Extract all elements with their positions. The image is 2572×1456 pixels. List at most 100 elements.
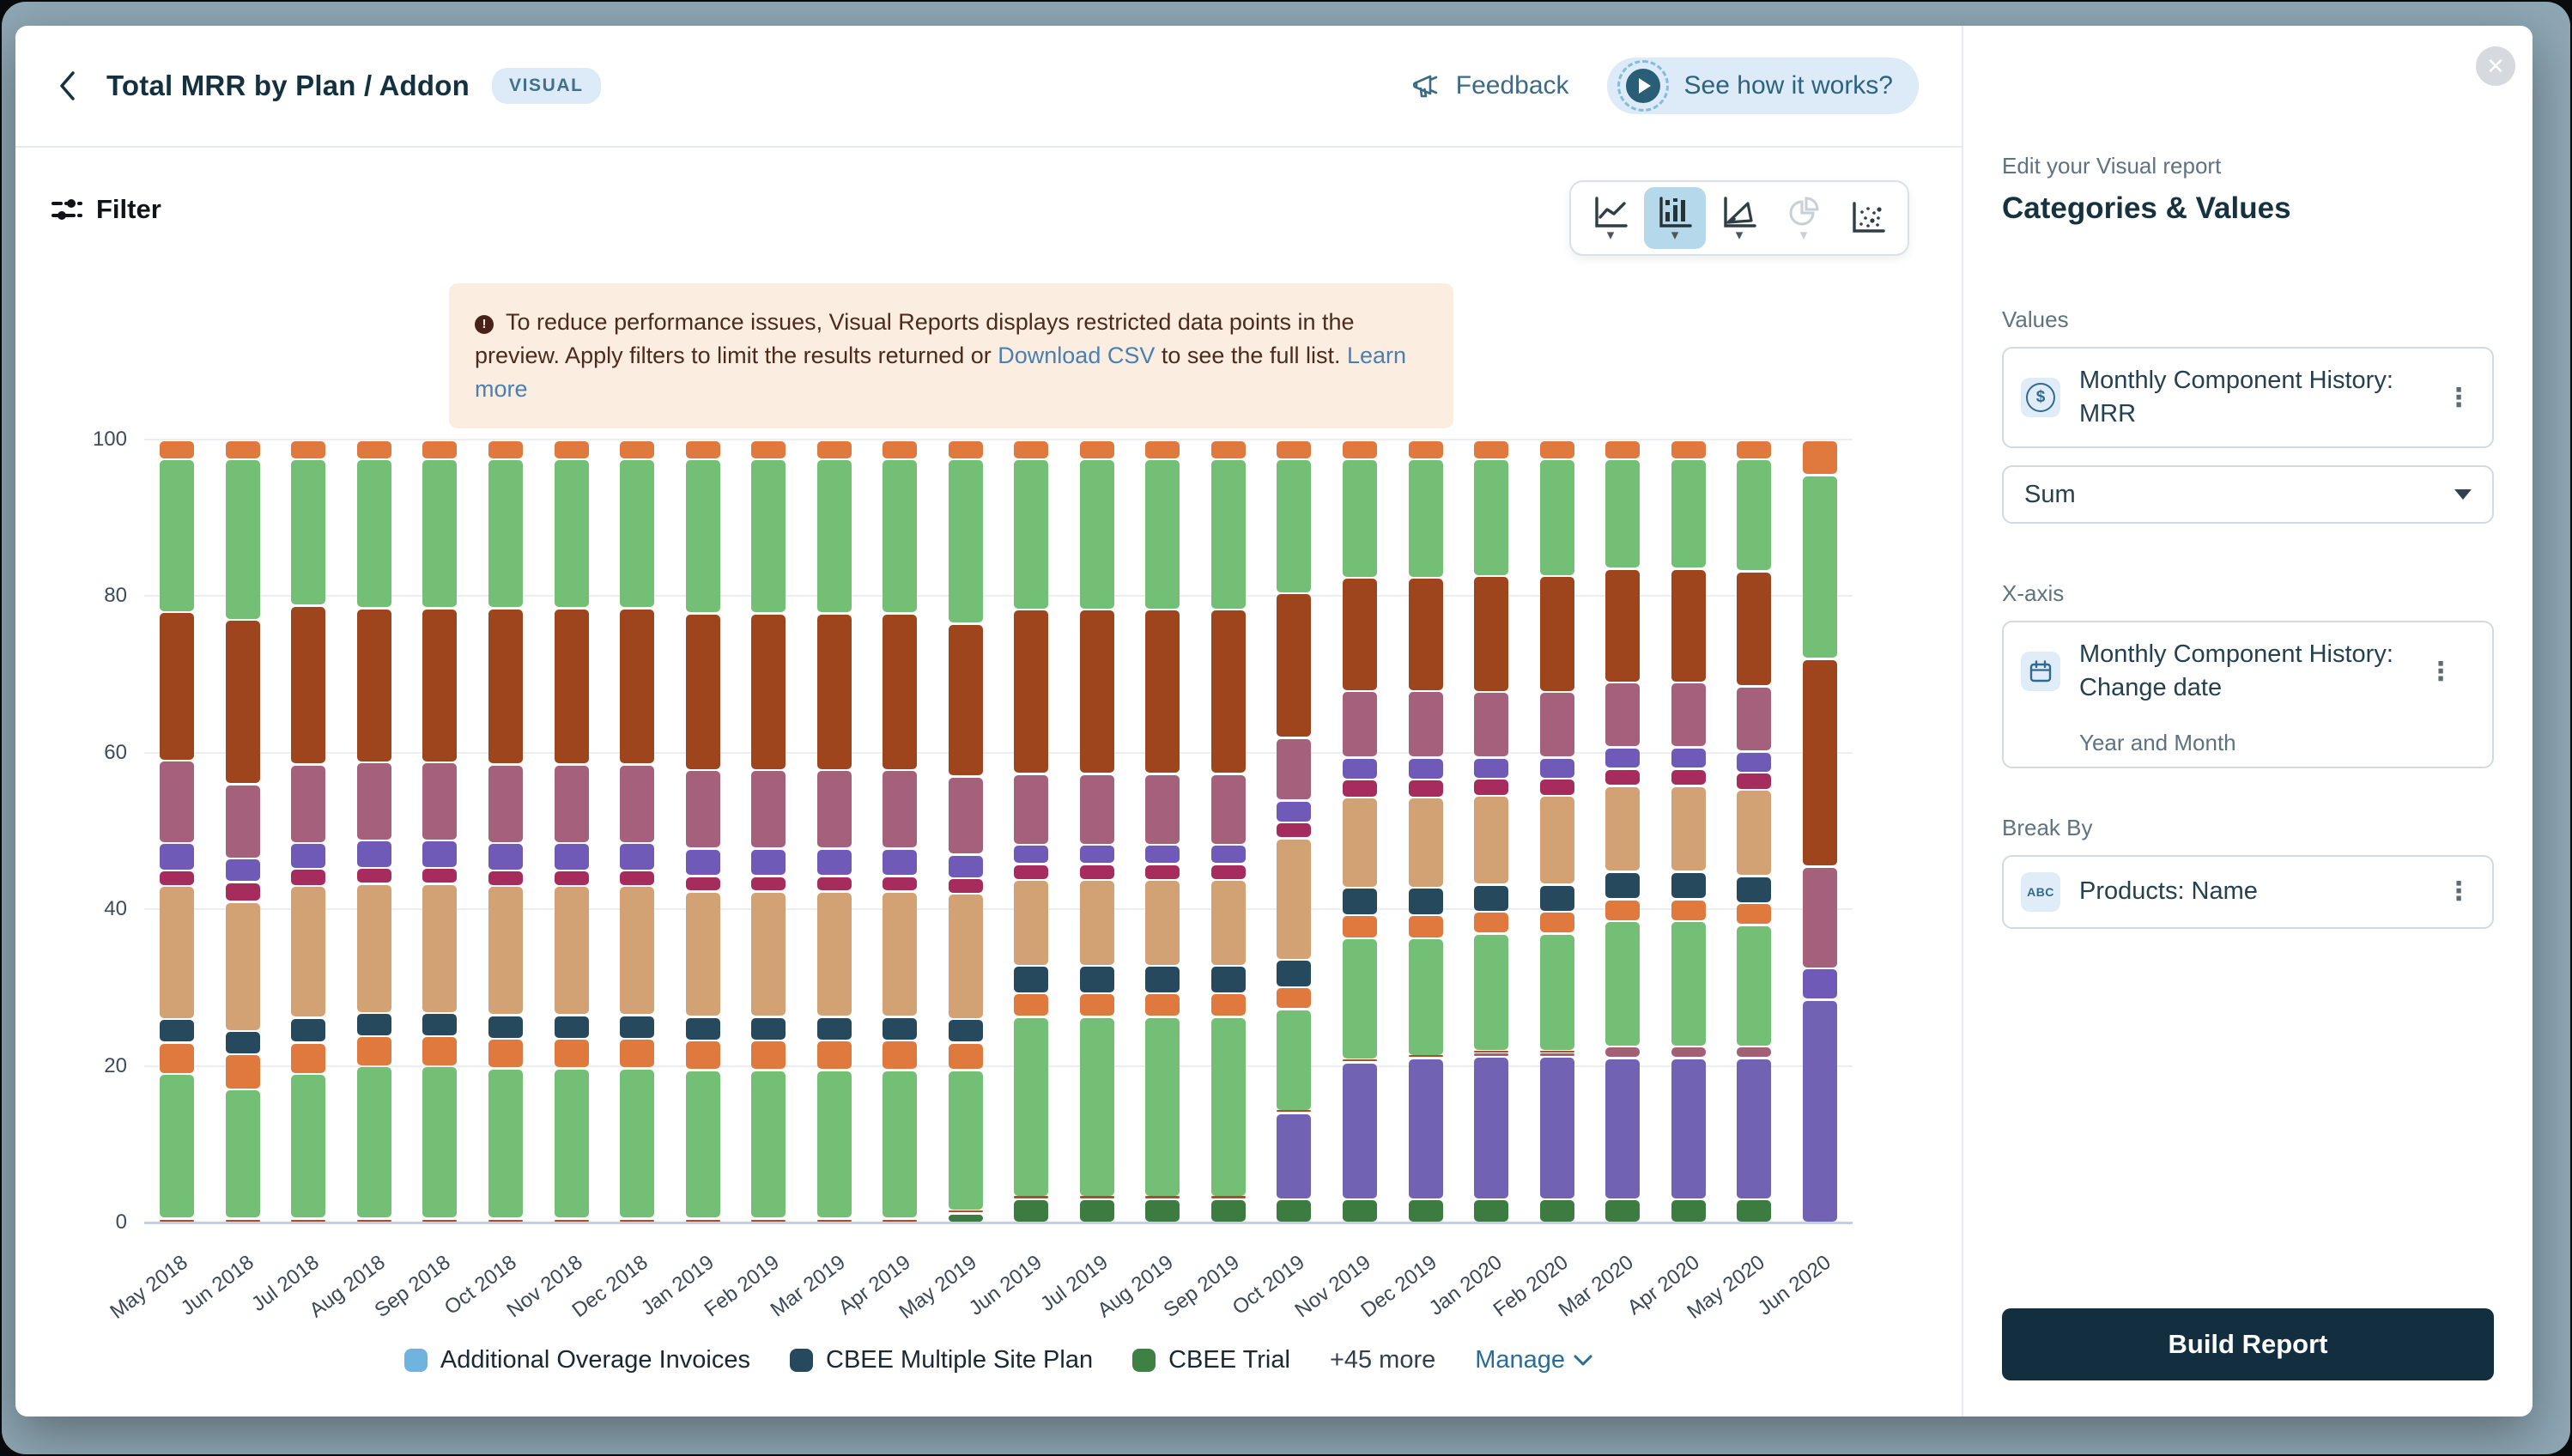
segment-unlabeled-orange-top[interactable] bbox=[1605, 441, 1640, 458]
segment-unlabeled-crimson[interactable] bbox=[1737, 774, 1771, 789]
segment-unlabeled-green-lower[interactable] bbox=[422, 1067, 457, 1217]
legend-item[interactable]: CBEE Multiple Site Plan bbox=[790, 1346, 1093, 1374]
segment-unlabeled-rust-thin[interactable] bbox=[1409, 1055, 1443, 1058]
segment-unlabeled-mauve[interactable] bbox=[620, 766, 654, 842]
chart-type-scatter[interactable] bbox=[1837, 187, 1899, 249]
bar-jun-2018[interactable] bbox=[226, 440, 260, 1222]
segment-unlabeled-purple-small[interactable] bbox=[751, 850, 786, 875]
segment-unlabeled-mauve[interactable] bbox=[751, 771, 786, 847]
segment-unlabeled-purple-small[interactable] bbox=[949, 856, 983, 877]
segment-unlabeled-orange-lower[interactable] bbox=[1474, 913, 1508, 932]
manage-legend-button[interactable]: Manage bbox=[1475, 1346, 1592, 1374]
segment-unlabeled-rose-thin[interactable] bbox=[1671, 1047, 1706, 1057]
segment-unlabeled-rust-thin[interactable] bbox=[357, 1220, 391, 1222]
segment-unlabeled-green-upper[interactable] bbox=[1737, 460, 1771, 570]
segment-unlabeled-orange-top[interactable] bbox=[751, 441, 786, 458]
segment-cbee-trial[interactable] bbox=[1211, 1200, 1246, 1222]
segment-unlabeled-green-upper[interactable] bbox=[1145, 460, 1180, 609]
segment-unlabeled-green-upper[interactable] bbox=[751, 460, 786, 612]
segment-unlabeled-orange-top[interactable] bbox=[1145, 441, 1180, 458]
segment-unlabeled-rose-thin[interactable] bbox=[1605, 1047, 1640, 1057]
segment-unlabeled-rust-thin[interactable] bbox=[226, 1220, 260, 1222]
segment-unlabeled-orange-lower[interactable] bbox=[291, 1044, 325, 1073]
segment-unlabeled-green-upper[interactable] bbox=[555, 460, 589, 607]
segment-unlabeled-mauve[interactable] bbox=[422, 763, 457, 840]
segment-unlabeled-orange-lower[interactable] bbox=[1277, 988, 1311, 1008]
segment-unlabeled-purple-small[interactable] bbox=[1737, 753, 1771, 772]
segment-unlabeled-mauve[interactable] bbox=[1803, 868, 1837, 968]
segment-unlabeled-crimson[interactable] bbox=[620, 871, 654, 885]
segment-cbee-trial[interactable] bbox=[1605, 1200, 1640, 1222]
segment-unlabeled-green-lower[interactable] bbox=[751, 1071, 786, 1218]
segment-unlabeled-orange-top[interactable] bbox=[1474, 441, 1508, 458]
segment-unlabeled-green-upper[interactable] bbox=[1080, 460, 1114, 609]
segment-unlabeled-purple-small[interactable] bbox=[226, 859, 260, 881]
segment-unlabeled-mauve[interactable] bbox=[357, 763, 391, 840]
segment-cbee-multiple-site-plan[interactable] bbox=[226, 1032, 260, 1053]
segment-unlabeled-green-lower[interactable] bbox=[160, 1075, 194, 1217]
segment-unlabeled-purple-small[interactable] bbox=[1277, 802, 1311, 822]
segment-unlabeled-mauve[interactable] bbox=[883, 771, 917, 847]
segment-unlabeled-brown[interactable] bbox=[949, 625, 983, 775]
segment-unlabeled-orange-top[interactable] bbox=[1014, 441, 1048, 458]
segment-unlabeled-purple-small[interactable] bbox=[291, 844, 325, 868]
segment-unlabeled-orange-lower[interactable] bbox=[160, 1044, 194, 1073]
segment-unlabeled-purple-small[interactable] bbox=[620, 844, 654, 869]
segment-unlabeled-purple-small[interactable] bbox=[686, 850, 720, 875]
segment-unlabeled-green-upper[interactable] bbox=[422, 460, 457, 607]
bar-apr-2019[interactable] bbox=[883, 440, 917, 1222]
segment-unlabeled-tan[interactable] bbox=[1277, 840, 1311, 959]
segment-cbee-multiple-site-plan[interactable] bbox=[422, 1014, 457, 1035]
segment-unlabeled-tan[interactable] bbox=[686, 893, 720, 1016]
bar-oct-2019[interactable] bbox=[1277, 440, 1311, 1222]
segment-unlabeled-purple-small[interactable] bbox=[883, 850, 917, 875]
chart-type-line[interactable]: ▾ bbox=[1580, 187, 1641, 249]
download-csv-link[interactable]: Download CSV bbox=[998, 343, 1155, 368]
segment-unlabeled-mauve[interactable] bbox=[686, 771, 720, 847]
segment-unlabeled-rose-thin[interactable] bbox=[1737, 1047, 1771, 1057]
segment-unlabeled-purple-small[interactable] bbox=[1343, 759, 1377, 779]
segment-cbee-multiple-site-plan[interactable] bbox=[1540, 886, 1574, 911]
segment-unlabeled-crimson[interactable] bbox=[160, 871, 194, 885]
segment-unlabeled-purple-large[interactable] bbox=[1474, 1058, 1508, 1198]
segment-unlabeled-rust-thin[interactable] bbox=[488, 1220, 523, 1222]
segment-unlabeled-rust-thin[interactable] bbox=[1145, 1196, 1180, 1198]
segment-unlabeled-mauve[interactable] bbox=[1343, 692, 1377, 756]
segment-cbee-multiple-site-plan[interactable] bbox=[1605, 873, 1640, 898]
segment-unlabeled-orange-top[interactable] bbox=[883, 441, 917, 458]
segment-unlabeled-brown[interactable] bbox=[1671, 570, 1706, 682]
segment-unlabeled-green-upper[interactable] bbox=[1277, 460, 1311, 592]
segment-unlabeled-purple-large[interactable] bbox=[1277, 1114, 1311, 1198]
segment-unlabeled-brown[interactable] bbox=[883, 615, 917, 769]
segment-unlabeled-green-lower[interactable] bbox=[1671, 922, 1706, 1045]
segment-unlabeled-green-upper[interactable] bbox=[357, 460, 391, 607]
segment-unlabeled-green-lower[interactable] bbox=[1080, 1018, 1114, 1196]
chart-type-pie-disabled[interactable]: ▾ bbox=[1773, 187, 1835, 249]
build-report-button[interactable]: Build Report bbox=[2002, 1308, 2494, 1380]
bar-mar-2020[interactable] bbox=[1605, 440, 1640, 1222]
segment-unlabeled-brown[interactable] bbox=[686, 615, 720, 769]
segment-unlabeled-orange-top[interactable] bbox=[160, 441, 194, 458]
segment-unlabeled-green-upper[interactable] bbox=[1343, 460, 1377, 576]
segment-cbee-multiple-site-plan[interactable] bbox=[620, 1016, 654, 1038]
segment-unlabeled-orange-top[interactable] bbox=[226, 441, 260, 458]
segment-unlabeled-brown[interactable] bbox=[226, 621, 260, 783]
segment-unlabeled-orange-top[interactable] bbox=[620, 441, 654, 458]
segment-unlabeled-mauve[interactable] bbox=[1737, 688, 1771, 750]
segment-unlabeled-tan[interactable] bbox=[555, 887, 589, 1014]
segment-unlabeled-mauve[interactable] bbox=[1277, 739, 1311, 799]
bar-may-2020[interactable] bbox=[1737, 440, 1771, 1222]
bar-aug-2018[interactable] bbox=[357, 440, 391, 1222]
segment-unlabeled-mauve[interactable] bbox=[1409, 692, 1443, 756]
segment-cbee-trial[interactable] bbox=[1540, 1200, 1574, 1222]
segment-cbee-multiple-site-plan[interactable] bbox=[555, 1016, 589, 1038]
segment-unlabeled-crimson[interactable] bbox=[1211, 865, 1246, 879]
segment-unlabeled-crimson[interactable] bbox=[1409, 780, 1443, 796]
segment-unlabeled-tan[interactable] bbox=[620, 887, 654, 1014]
segment-unlabeled-brown[interactable] bbox=[1803, 660, 1837, 865]
segment-unlabeled-crimson[interactable] bbox=[1145, 865, 1180, 879]
segment-unlabeled-purple-small[interactable] bbox=[357, 841, 391, 866]
segment-cbee-multiple-site-plan[interactable] bbox=[817, 1018, 852, 1040]
bar-jul-2018[interactable] bbox=[291, 440, 325, 1222]
segment-unlabeled-crimson[interactable] bbox=[1671, 770, 1706, 786]
